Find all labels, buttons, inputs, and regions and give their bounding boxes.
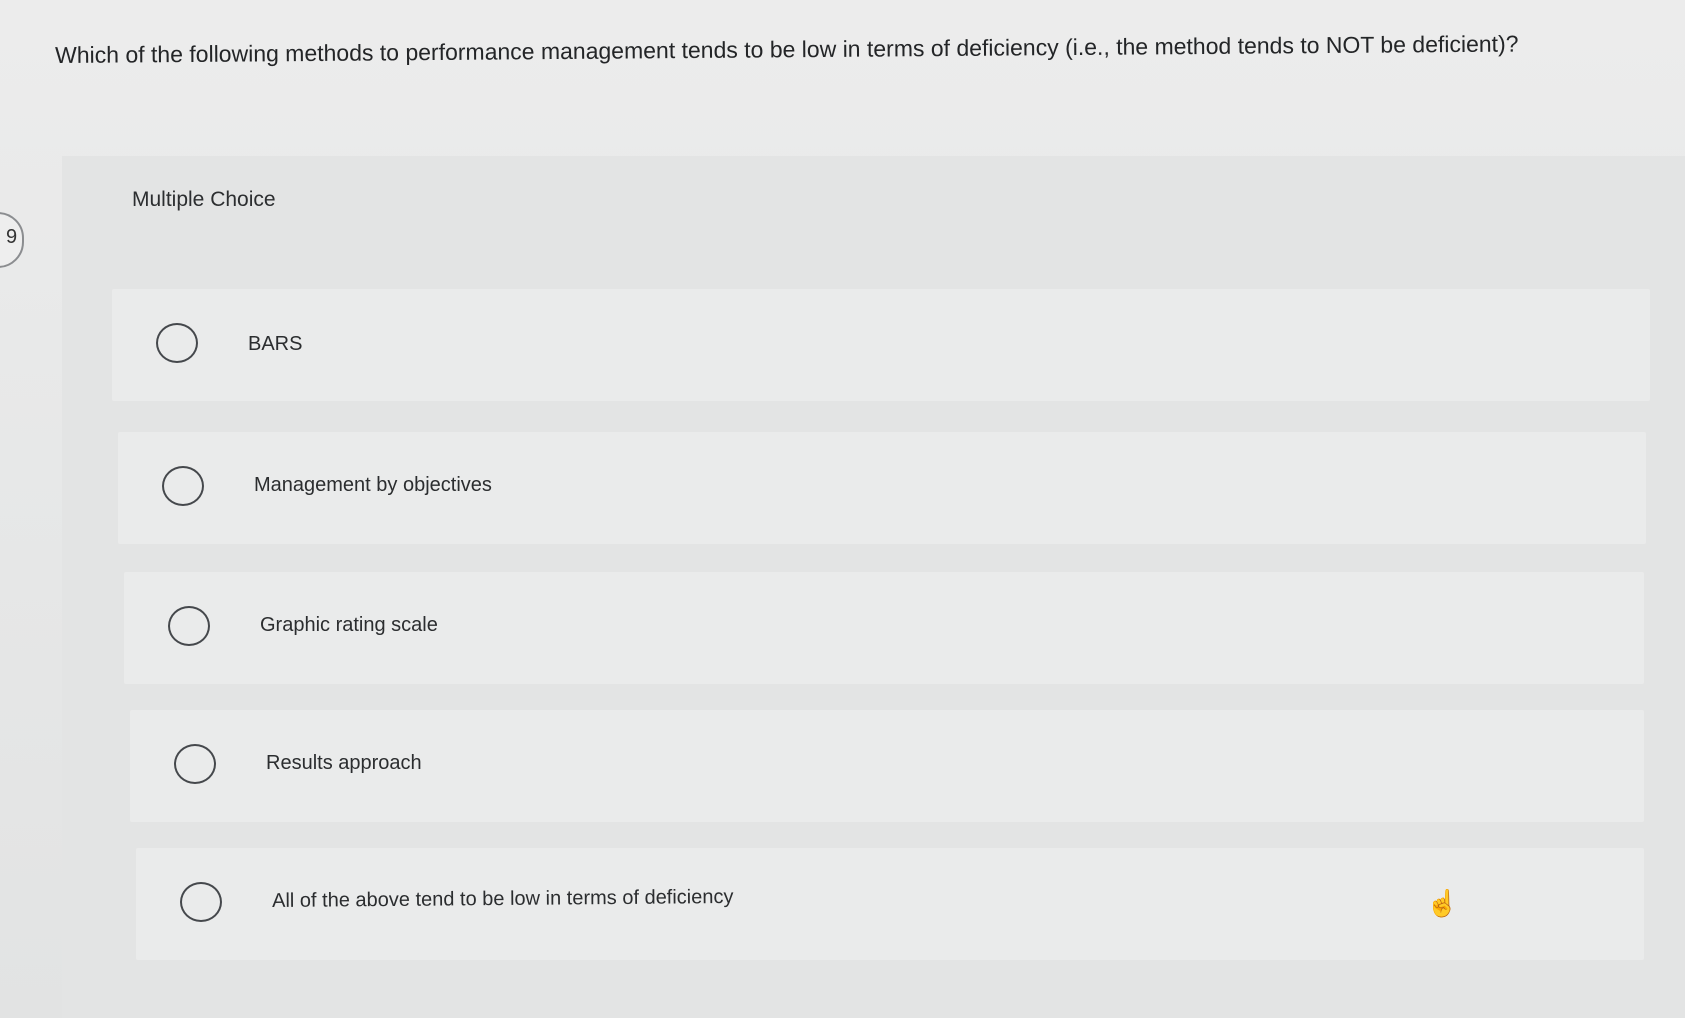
option-label: Results approach xyxy=(266,752,422,774)
option-label: Management by objectives xyxy=(254,474,492,496)
radio-button[interactable] xyxy=(168,606,210,646)
option-results-approach[interactable]: Results approach xyxy=(130,710,1644,822)
radio-button[interactable] xyxy=(156,323,198,363)
radio-button[interactable] xyxy=(180,882,222,922)
option-graphic-rating-scale[interactable]: Graphic rating scale xyxy=(124,572,1644,684)
hand-pointer-icon: ☝ xyxy=(1426,888,1459,918)
radio-button[interactable] xyxy=(162,466,204,506)
option-management-by-objectives[interactable]: Management by objectives xyxy=(118,432,1646,544)
radio-button[interactable] xyxy=(174,744,216,784)
option-all-of-the-above[interactable]: All of the above tend to be low in terms… xyxy=(136,848,1644,960)
option-bars[interactable]: BARS xyxy=(112,289,1650,401)
side-tab-label: 9 xyxy=(6,226,18,248)
option-label: Graphic rating scale xyxy=(260,614,438,636)
multiple-choice-label: Multiple Choice xyxy=(132,188,276,211)
option-label: All of the above tend to be low in terms… xyxy=(272,885,734,912)
option-label: BARS xyxy=(248,333,303,355)
